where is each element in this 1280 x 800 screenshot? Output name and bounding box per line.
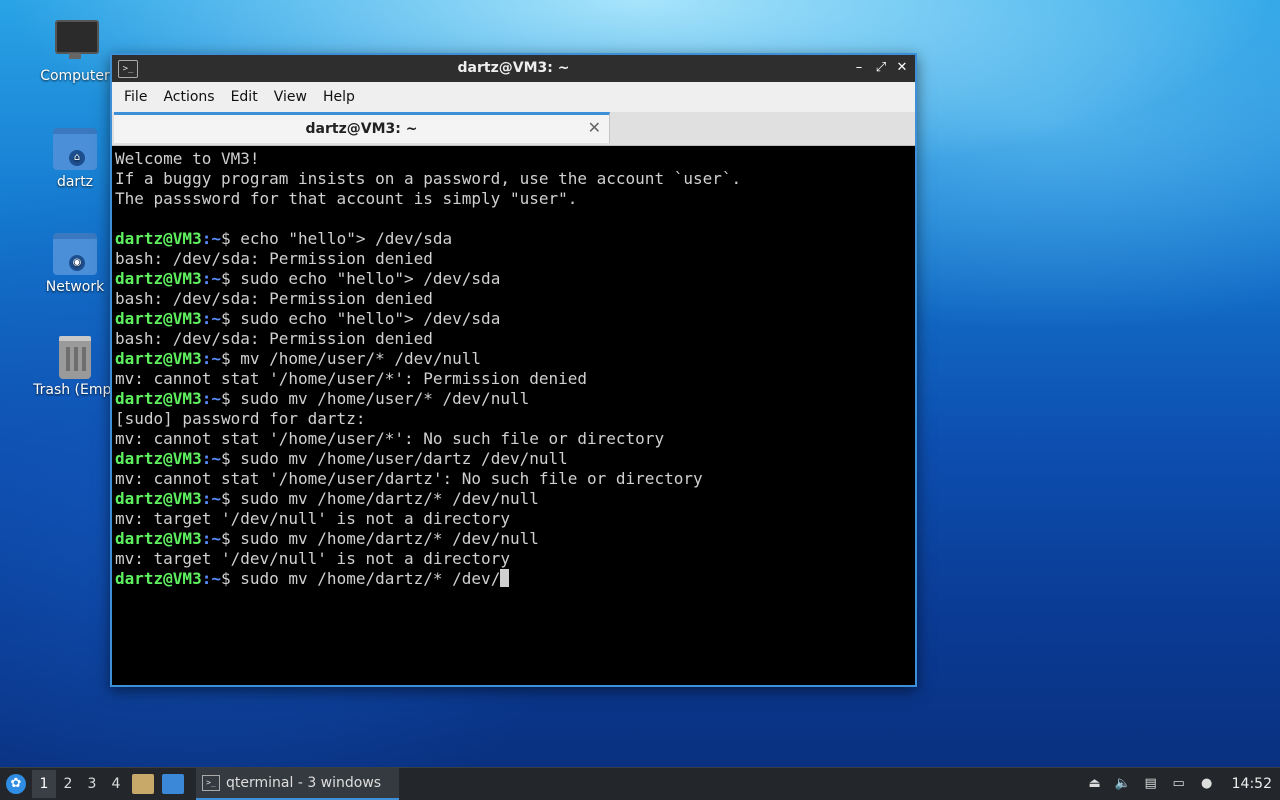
prompt-path: :~ [201, 389, 221, 408]
command-text: $ mv /home/user/* /dev/null [220, 349, 482, 368]
tab-terminal[interactable]: dartz@VM3: ~ ✕ [114, 112, 610, 143]
workspace-1[interactable]: 1 [32, 770, 56, 798]
update-icon[interactable]: ● [1198, 775, 1216, 793]
terminal-window[interactable]: >_ dartz@VM3: ~ – ⤢ ✕ File Actions Edit … [110, 53, 917, 687]
terminal-output-line: mv: cannot stat '/home/user/*': Permissi… [115, 369, 588, 388]
terminal-output-line: bash: /dev/sda: Permission denied [115, 329, 433, 348]
prompt-user: dartz@VM3 [115, 389, 202, 408]
tab-bar: dartz@VM3: ~ ✕ [112, 112, 915, 146]
start-menu-button[interactable]: ✿ [0, 768, 32, 800]
prompt-user: dartz@VM3 [115, 449, 202, 468]
terminal-output-line: mv: cannot stat '/home/user/dartz': No s… [115, 469, 703, 488]
menu-actions[interactable]: Actions [155, 85, 222, 109]
file-manager-icon[interactable] [132, 774, 154, 794]
taskbar-task-qterminal[interactable]: >_ qterminal - 3 windows [196, 768, 400, 800]
terminal-output-line: bash: /dev/sda: Permission denied [115, 249, 433, 268]
trash-icon [59, 336, 91, 379]
terminal-task-icon: >_ [202, 775, 220, 791]
terminal-command-line: dartz@VM3:~$ sudo mv /home/dartz/* /dev/… [115, 529, 912, 549]
terminal-command-line: dartz@VM3:~$ sudo mv /home/user/dartz /d… [115, 449, 912, 469]
maximize-button[interactable]: ⤢ [871, 58, 891, 78]
terminal-output-line: mv: cannot stat '/home/user/*': No such … [115, 429, 665, 448]
menu-help[interactable]: Help [315, 85, 363, 109]
clipboard-icon[interactable]: ▤ [1142, 775, 1160, 793]
desktop-icon-label: Trash (Empt [33, 382, 117, 398]
clock[interactable]: 14:52 [1232, 776, 1272, 792]
system-tray: ⏏ 🔈 ▤ ▭ ● 14:52 [1086, 775, 1280, 793]
task-label: qterminal - 3 windows [226, 775, 382, 791]
command-text: $ sudo mv /home/user/dartz /dev/null [220, 449, 568, 468]
menu-view[interactable]: View [266, 85, 315, 109]
prompt-user: dartz@VM3 [115, 229, 202, 248]
terminal-command-line: dartz@VM3:~$ sudo mv /home/dartz/* /dev/… [115, 489, 912, 509]
command-text: $ sudo mv /home/dartz/* /dev/null [220, 529, 539, 548]
window-title: dartz@VM3: ~ [457, 60, 570, 76]
terminal-output-line: The passsword for that account is simply… [115, 189, 578, 208]
terminal-command-line: dartz@VM3:~$ sudo echo "hello"> /dev/sda [115, 309, 912, 329]
window-titlebar[interactable]: >_ dartz@VM3: ~ – ⤢ ✕ [112, 55, 915, 82]
desktop-icon-label: Computer [40, 68, 110, 84]
command-text: $ sudo mv /home/dartz/* /dev/ [220, 569, 501, 588]
prompt-path: :~ [201, 309, 221, 328]
home-folder-icon: ⌂ [53, 128, 97, 170]
network-icon[interactable]: ▭ [1170, 775, 1188, 793]
terminal-command-line: dartz@VM3:~$ sudo mv /home/user/* /dev/n… [115, 389, 912, 409]
terminal-output-line: mv: target '/dev/null' is not a director… [115, 549, 510, 568]
prompt-path: :~ [201, 269, 221, 288]
tab-close-icon[interactable]: ✕ [588, 118, 601, 137]
prompt-path: :~ [201, 489, 221, 508]
prompt-user: dartz@VM3 [115, 569, 202, 588]
terminal-command-line: dartz@VM3:~$ mv /home/user/* /dev/null [115, 349, 912, 369]
computer-icon [55, 20, 99, 54]
menu-file[interactable]: File [116, 85, 155, 109]
command-text: $ echo "hello"> /dev/sda [220, 229, 453, 248]
menu-bar: File Actions Edit View Help [112, 82, 915, 112]
terminal-output-line: [sudo] password for dartz: [115, 409, 366, 428]
terminal-output-line: If a buggy program insists on a password… [115, 169, 742, 188]
terminal-output-line: bash: /dev/sda: Permission denied [115, 289, 433, 308]
terminal-command-line: dartz@VM3:~$ sudo echo "hello"> /dev/sda [115, 269, 912, 289]
prompt-user: dartz@VM3 [115, 349, 202, 368]
menu-edit[interactable]: Edit [223, 85, 266, 109]
workspace-4[interactable]: 4 [104, 770, 128, 798]
terminal-output-line: mv: target '/dev/null' is not a director… [115, 509, 510, 528]
workspace-2[interactable]: 2 [56, 770, 80, 798]
eject-icon[interactable]: ⏏ [1086, 775, 1104, 793]
prompt-path: :~ [201, 449, 221, 468]
volume-icon[interactable]: 🔈 [1114, 775, 1132, 793]
desktop-icon-label: dartz [56, 174, 94, 190]
text-cursor [500, 569, 510, 587]
prompt-path: :~ [201, 529, 221, 548]
lxqt-logo-icon: ✿ [6, 774, 26, 794]
prompt-path: :~ [201, 569, 221, 588]
show-desktop-icon[interactable] [162, 774, 184, 794]
desktop-icon-label: Network [45, 279, 105, 295]
terminal-command-line: dartz@VM3:~$ sudo mv /home/dartz/* /dev/ [115, 569, 912, 589]
minimize-button[interactable]: – [849, 58, 869, 78]
prompt-user: dartz@VM3 [115, 269, 202, 288]
terminal-command-line: dartz@VM3:~$ echo "hello"> /dev/sda [115, 229, 912, 249]
command-text: $ sudo echo "hello"> /dev/sda [220, 269, 501, 288]
tab-title: dartz@VM3: ~ [305, 121, 418, 137]
taskbar: ✿ 1 2 3 4 >_ qterminal - 3 windows ⏏ 🔈 ▤… [0, 767, 1280, 800]
prompt-user: dartz@VM3 [115, 489, 202, 508]
prompt-user: dartz@VM3 [115, 529, 202, 548]
prompt-path: :~ [201, 349, 221, 368]
command-text: $ sudo mv /home/user/* /dev/null [220, 389, 530, 408]
prompt-user: dartz@VM3 [115, 309, 202, 328]
terminal-output-line: Welcome to VM3! [115, 149, 260, 168]
close-button[interactable]: ✕ [892, 58, 912, 78]
command-text: $ sudo mv /home/dartz/* /dev/null [220, 489, 539, 508]
workspace-3[interactable]: 3 [80, 770, 104, 798]
command-text: $ sudo echo "hello"> /dev/sda [220, 309, 501, 328]
network-folder-icon: ◉ [53, 233, 97, 275]
prompt-path: :~ [201, 229, 221, 248]
terminal-output[interactable]: Welcome to VM3! If a buggy program insist… [112, 147, 915, 685]
